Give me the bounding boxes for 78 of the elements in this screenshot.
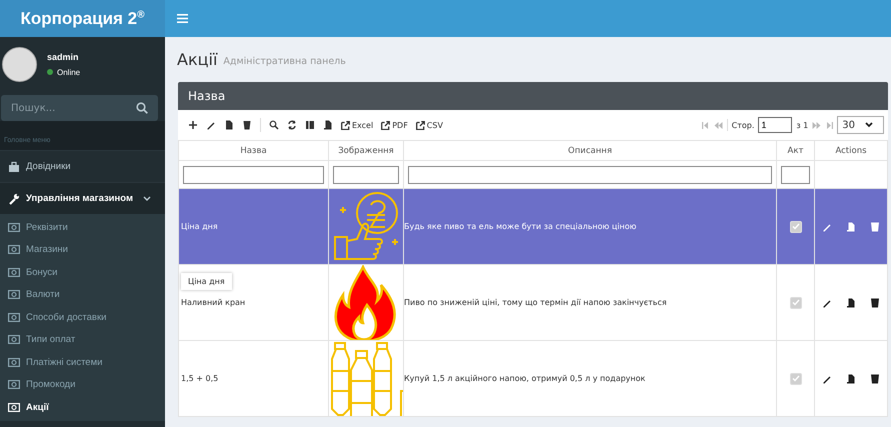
app-logo: Корпорация 2$^{®}$: [20, 8, 144, 28]
columns-icon[interactable]: [305, 120, 315, 130]
column-header[interactable]: Акт: [776, 140, 814, 160]
submenu-item[interactable]: Магазини: [0, 238, 165, 261]
filter-field[interactable]: [408, 166, 772, 184]
pencil-icon[interactable]: [822, 298, 832, 308]
pencil-icon[interactable]: [822, 374, 832, 384]
money-icon: [8, 312, 20, 322]
column-header[interactable]: Описання: [404, 140, 776, 160]
money-icon: [8, 380, 20, 390]
copy-icon[interactable]: [846, 374, 856, 384]
checkmark-icon: [792, 223, 800, 230]
search-box[interactable]: Пошук...: [1, 95, 158, 121]
tooltip: Ціна дня: [181, 273, 232, 290]
checkmark-icon: [792, 375, 800, 382]
filter-field[interactable]: [781, 166, 810, 184]
money-icon: [8, 222, 20, 232]
money-icon: [8, 358, 20, 367]
submenu-item[interactable]: Бонуси: [0, 261, 165, 284]
copy-icon[interactable]: [846, 298, 856, 308]
briefcase-icon: [8, 160, 20, 172]
pencil-icon[interactable]: [206, 120, 216, 130]
export-button[interactable]: Excel: [341, 120, 374, 130]
document-icon[interactable]: [224, 120, 234, 130]
checkmark-icon: [792, 299, 800, 306]
wrench-icon: [8, 192, 20, 204]
column-header[interactable]: Actions: [814, 140, 888, 160]
money-icon: [8, 290, 20, 300]
money-icon: [8, 402, 20, 412]
money-icon: [8, 268, 20, 277]
submenu-item[interactable]: Промокоди: [0, 374, 165, 396]
chevron-down-icon: [865, 122, 873, 128]
page-field[interactable]: 1: [758, 117, 792, 133]
copy-icon[interactable]: [323, 120, 333, 130]
menu-icon[interactable]: [177, 14, 188, 23]
status-dot: [47, 69, 53, 75]
money-icon: [8, 245, 20, 254]
page-label: Стор.: [732, 120, 754, 130]
table-cell: Наливний кран: [181, 298, 246, 307]
money-icon: [8, 335, 20, 344]
chevron-down-icon: [143, 196, 151, 202]
search-field[interactable]: Пошук...: [11, 102, 136, 114]
trash-icon[interactable]: [870, 373, 880, 384]
table-cell: Купуй 1,5 л акційного напою, отримуй 0,5 л у подарунок: [404, 374, 646, 383]
submenu-item[interactable]: Типи оплат: [0, 328, 165, 351]
submenu-item[interactable]: Платіжні системи: [0, 351, 165, 374]
table-cell: 1,5 + 0,5: [181, 374, 218, 383]
grid-caption: Назва: [188, 89, 226, 103]
export-button[interactable]: CSV: [416, 120, 443, 130]
external-link-icon: [381, 120, 390, 130]
submenu-item[interactable]: Валюти: [0, 284, 165, 306]
search-icon[interactable]: [136, 102, 148, 114]
refresh-icon[interactable]: [287, 120, 297, 130]
search-icon[interactable]: [269, 120, 279, 130]
user-status: Online: [57, 68, 80, 76]
page-count: з 1: [796, 120, 808, 130]
table-cell: Пиво по зниженій ціні, тому що термін дії напою закінчується: [404, 298, 667, 307]
column-header[interactable]: Назва: [178, 140, 328, 160]
user-name: sadmin: [47, 52, 80, 62]
add-icon[interactable]: [188, 120, 198, 130]
submenu-item[interactable]: Акції: [0, 396, 165, 418]
external-link-icon: [416, 120, 425, 130]
trash-icon[interactable]: [242, 120, 252, 130]
filter-field[interactable]: [183, 166, 324, 184]
page-subtitle: Адміністративна панель: [223, 56, 346, 67]
page-size-select[interactable]: 30: [837, 116, 884, 134]
avatar: [2, 46, 37, 82]
column-header[interactable]: Зображення: [328, 140, 404, 160]
submenu-item[interactable]: Реквізити: [0, 216, 165, 238]
filter-field[interactable]: [333, 166, 399, 184]
submenu-item[interactable]: Способи доставки: [0, 306, 165, 328]
export-button[interactable]: PDF: [381, 120, 408, 130]
menu-item[interactable]: Управління магазином: [0, 182, 165, 214]
external-link-icon: [341, 120, 350, 130]
table-cell: Ціна дня: [181, 222, 218, 231]
trash-icon[interactable]: [870, 297, 880, 308]
page-title: Акції: [177, 50, 218, 69]
table-cell: Будь яке пиво та ель може бути за спеціальною ціною: [404, 222, 636, 231]
